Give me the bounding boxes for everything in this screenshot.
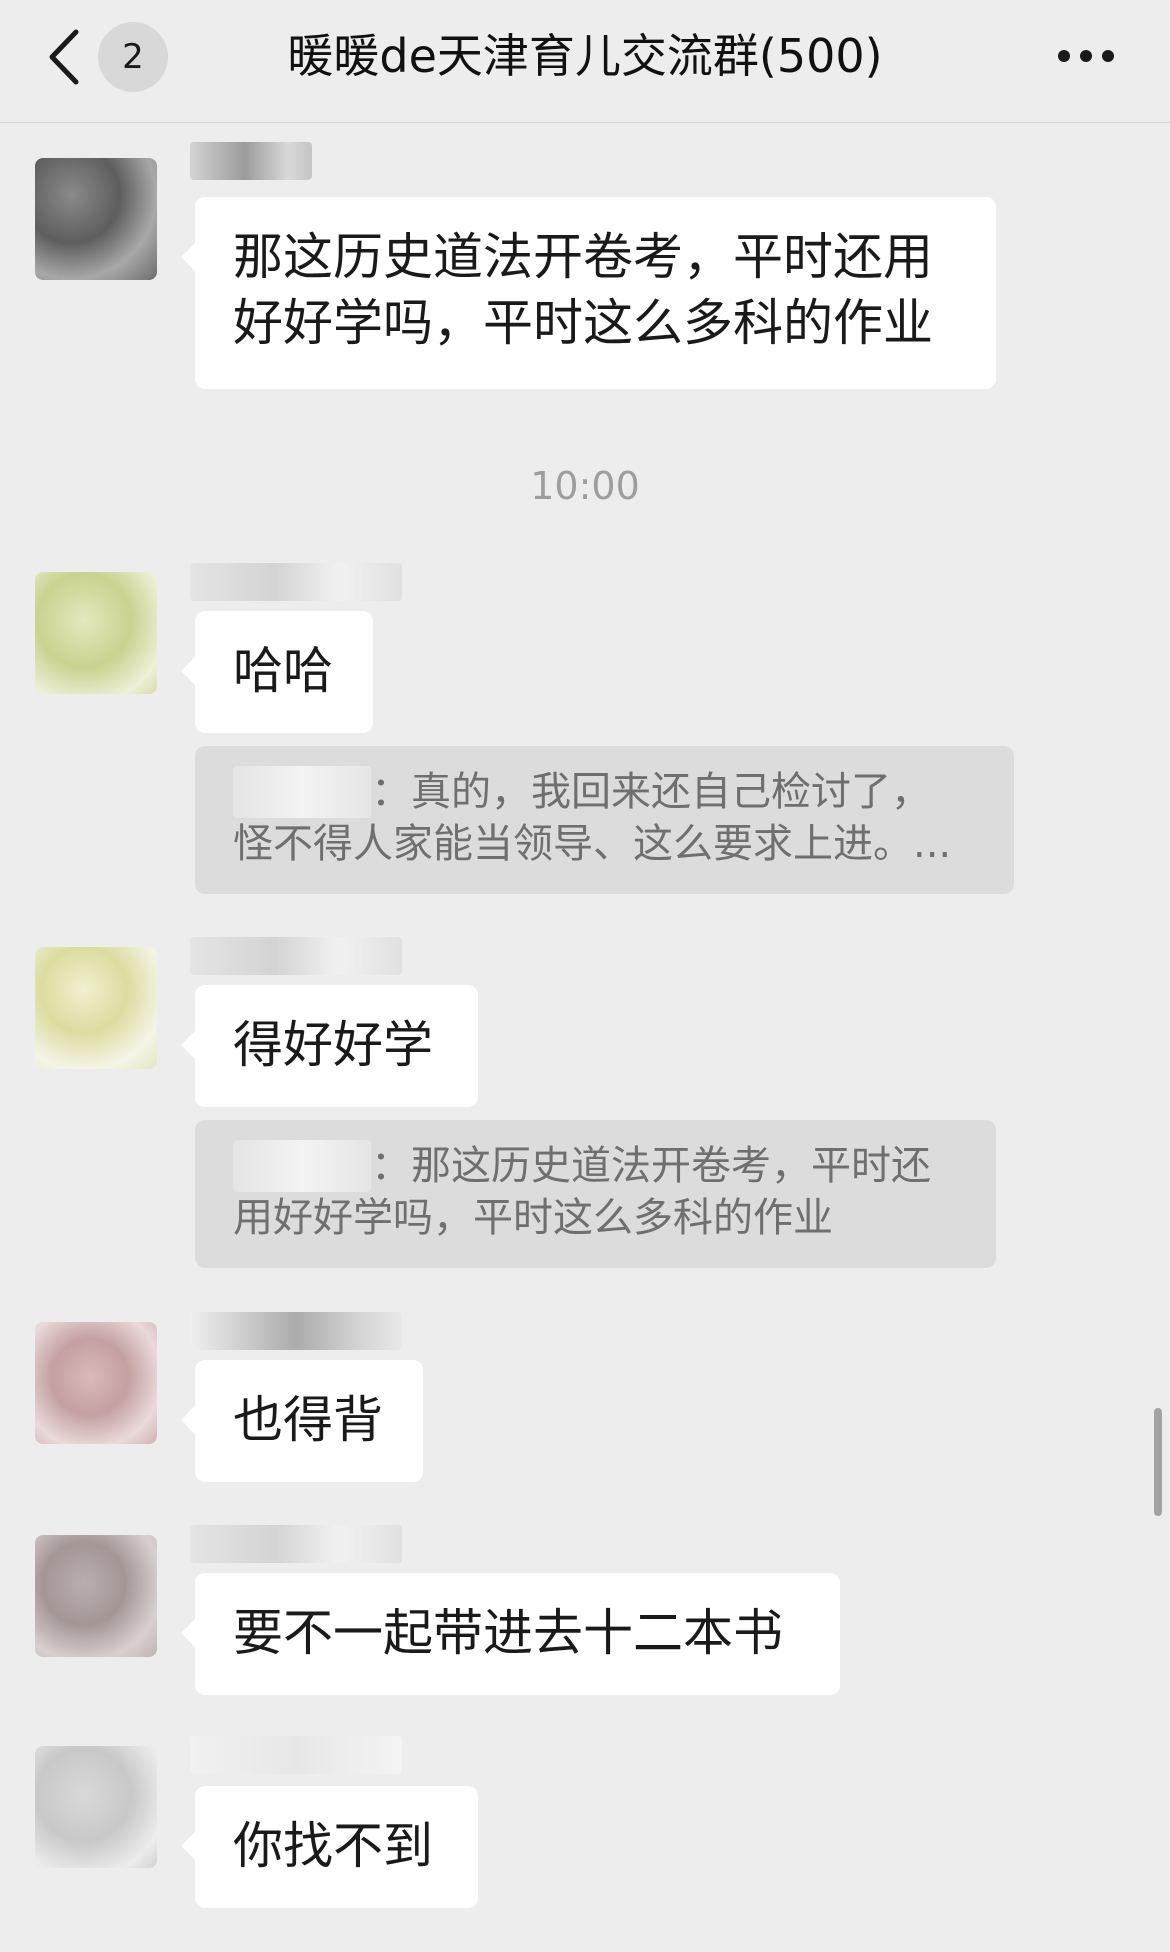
message-bubble[interactable]: 也得背 — [181, 1360, 423, 1482]
quote-text-line: 怪不得人家能当领导、这么要求上进。... — [233, 821, 952, 867]
message-bubble[interactable]: 那这历史道法开卷考，平时还用 好好学吗，平时这么多科的作业 — [181, 197, 996, 389]
quoted-message[interactable]: ：真的，我回来还自己检讨了， 怪不得人家能当领导、这么要求上进。... — [195, 746, 1014, 894]
message-timestamp: 10:00 — [530, 464, 640, 508]
message-text: 你找不到 — [233, 1817, 433, 1875]
chat-screen: 2 暖暖de天津育儿交流群(500) 那这历史道法开卷考，平时还用 好好学吗，平… — [0, 0, 1170, 1952]
more-options-icon[interactable] — [1056, 48, 1116, 64]
avatar[interactable] — [35, 1746, 157, 1868]
quoted-sender-name — [233, 766, 371, 818]
unread-count-badge[interactable]: 2 — [98, 22, 168, 92]
message-text: 也得背 — [233, 1391, 383, 1449]
avatar[interactable] — [35, 572, 157, 694]
sender-nickname — [190, 142, 312, 180]
message-text: 得好好学 — [233, 1016, 433, 1074]
quoted-sender-name — [233, 1140, 371, 1192]
message-bubble[interactable]: 你找不到 — [181, 1786, 478, 1908]
avatar[interactable] — [35, 158, 157, 280]
sender-nickname — [190, 1312, 402, 1350]
message-bubble[interactable]: 要不一起带进去十二本书 — [181, 1573, 840, 1695]
back-arrow-icon[interactable] — [44, 26, 84, 88]
sender-nickname — [190, 937, 402, 975]
sender-nickname — [190, 1525, 402, 1563]
message-text-line: 好好学吗，平时这么多科的作业 — [233, 294, 933, 352]
quoted-message[interactable]: ：那这历史道法开卷考，平时还 用好好学吗，平时这么多科的作业 — [195, 1120, 996, 1268]
message-bubble[interactable]: 哈哈 — [181, 611, 373, 733]
avatar[interactable] — [35, 1322, 157, 1444]
avatar[interactable] — [35, 1535, 157, 1657]
scrollbar[interactable] — [1154, 1408, 1162, 1516]
message-text: 要不一起带进去十二本书 — [233, 1604, 783, 1662]
sender-nickname — [190, 563, 402, 601]
message-bubble[interactable]: 得好好学 — [181, 985, 478, 1107]
quote-text-line: 用好好学吗，平时这么多科的作业 — [233, 1195, 833, 1241]
message-text: 哈哈 — [233, 642, 333, 700]
sender-nickname — [190, 1736, 402, 1774]
quote-text-line: ：那这历史道法开卷考，平时还 — [371, 1143, 931, 1189]
message-text-line: 那这历史道法开卷考，平时还用 — [233, 228, 933, 286]
chat-title: 暖暖de天津育儿交流群(500) — [287, 29, 883, 83]
avatar[interactable] — [35, 947, 157, 1069]
quote-text-line: ：真的，我回来还自己检讨了， — [371, 769, 931, 815]
chat-header: 2 暖暖de天津育儿交流群(500) — [0, 0, 1170, 123]
